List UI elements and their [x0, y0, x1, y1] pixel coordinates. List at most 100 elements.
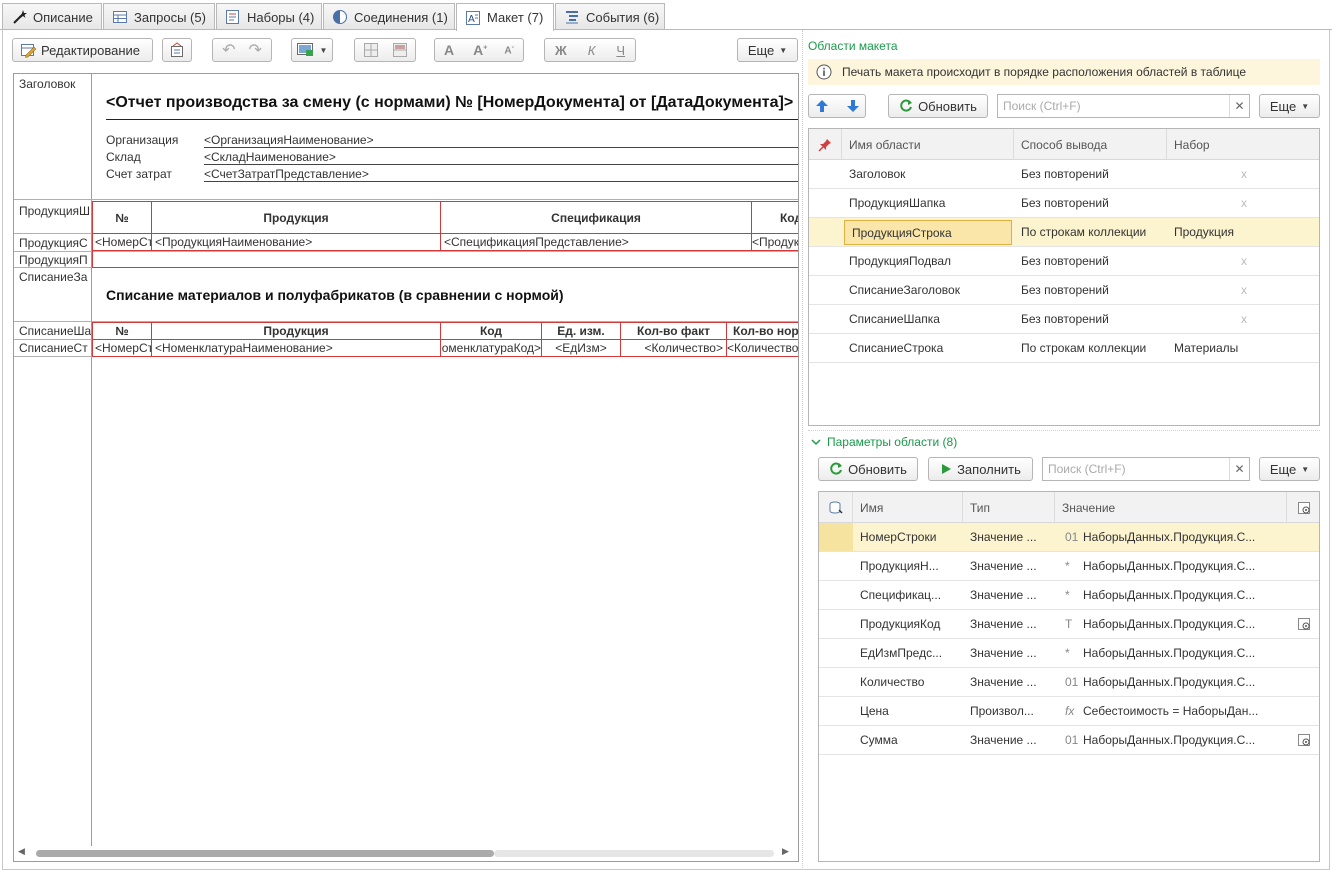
tab-description[interactable]: Описание [2, 3, 102, 30]
wo-row-cell[interactable]: <ЕдИзм> [541, 339, 621, 357]
table-row[interactable]: ПродукцияКод Значение ... T НаборыДанных.… [819, 610, 1319, 639]
wo-header-cell[interactable]: Ед. изм. [541, 322, 621, 340]
wo-header-cell[interactable]: № [92, 322, 152, 340]
spreadsheet-layout[interactable]: Заголовок ПродукцияШ ПродукцияС Продукци… [13, 73, 799, 862]
scroll-right-icon[interactable]: ▶ [782, 846, 789, 857]
areas-refresh-button[interactable]: Обновить [888, 94, 988, 118]
params-section-toggle[interactable]: Параметры области (8) [811, 435, 957, 449]
more-button[interactable]: Еще ▼ [737, 38, 798, 62]
table-row[interactable]: Сумма Значение ... 01 НаборыДанных.Продук… [819, 726, 1319, 755]
redo-icon[interactable]: ↷ [249, 40, 262, 60]
report-title[interactable]: <Отчет производства за смену (с нормами)… [106, 94, 798, 112]
table-row[interactable]: Цена Произвол... fx Себестоимость = Набор… [819, 697, 1319, 726]
area-set-clear-icon[interactable]: x [1167, 305, 1319, 333]
areas-more-button[interactable]: Еще ▼ [1259, 94, 1320, 118]
row-area-name[interactable]: СписаниеШа [19, 324, 91, 338]
params-more-button[interactable]: Еще ▼ [1259, 457, 1320, 481]
scrollbar-thumb[interactable] [36, 850, 494, 857]
row-icon-column-header[interactable] [819, 492, 853, 523]
italic-icon[interactable]: К [588, 43, 596, 58]
params-fill-button[interactable]: Заполнить [928, 457, 1033, 481]
font-decrease-icon[interactable]: A- [504, 44, 514, 56]
prod-row-cell[interactable]: <НомерСтроки> [92, 233, 152, 251]
params-search-input[interactable]: Поиск (Ctrl+F) ✕ [1042, 457, 1250, 481]
section-splitter[interactable] [808, 430, 1320, 431]
tab-queries[interactable]: Запросы (5) [103, 3, 215, 30]
table-row-selected[interactable]: НомерСтроки Значение ... 01 НаборыДанных.… [819, 523, 1319, 552]
prod-header-cell[interactable]: Спецификация [440, 201, 752, 234]
wo-row-cell[interactable]: <НомерСтроки> [92, 339, 152, 357]
table-row[interactable]: Заголовок Без повторений x [809, 160, 1319, 189]
table-row[interactable]: ПродукцияН... Значение ... * НаборыДанных… [819, 552, 1319, 581]
params-refresh-button[interactable]: Обновить [818, 457, 918, 481]
column-header[interactable]: Имя [853, 492, 963, 523]
area-set-clear-icon[interactable]: x [1167, 247, 1319, 275]
prod-header-cell[interactable]: № [92, 201, 152, 234]
prod-row-cell[interactable]: <ПродукцияКод> [751, 233, 798, 251]
prod-footer-cell[interactable] [92, 250, 798, 268]
wo-row-cell[interactable]: <НоменклатураНаименование> [151, 339, 441, 357]
table-row[interactable]: Спецификац... Значение ... * НаборыДанных… [819, 581, 1319, 610]
table-row[interactable]: ПродукцияШапка Без повторений x [809, 189, 1319, 218]
edit-mode-button[interactable]: Редактирование [12, 38, 153, 62]
tab-layout[interactable]: A Макет (7) [456, 3, 554, 31]
column-header[interactable]: Значение [1055, 492, 1287, 523]
field-value[interactable]: <ОрганизацияНаименование> [204, 133, 798, 148]
param-settings-button[interactable] [1287, 726, 1319, 754]
settings-column-header[interactable] [1287, 492, 1319, 523]
wo-row-cell[interactable]: <КоличествоНорма> [726, 339, 798, 357]
arrow-down-icon[interactable] [846, 99, 860, 113]
table-row[interactable]: ПродукцияПодвал Без повторений x [809, 247, 1319, 276]
properties-button[interactable] [162, 38, 192, 62]
wo-header-cell[interactable]: Кол-во норма [726, 322, 798, 340]
font-icon[interactable]: A [444, 42, 454, 58]
panel-splitter[interactable] [802, 30, 803, 870]
font-increase-icon[interactable]: A+ [473, 42, 487, 58]
split-cells-icon[interactable] [392, 42, 408, 58]
area-set-clear-icon[interactable]: x [1167, 276, 1319, 304]
areas-table[interactable]: Имя области Способ вывода Набор Заголово… [808, 128, 1320, 426]
clear-icon[interactable]: ✕ [1229, 458, 1249, 480]
bold-icon[interactable]: Ж [555, 43, 567, 58]
wo-header-cell[interactable]: Продукция [151, 322, 441, 340]
area-set-clear-icon[interactable]: x [1167, 160, 1319, 188]
column-header[interactable]: Набор [1167, 129, 1319, 160]
write-off-title[interactable]: Списание материалов и полуфабрикатов (в … [106, 287, 564, 303]
arrow-up-icon[interactable] [815, 99, 829, 113]
merge-cells-icon[interactable] [363, 42, 379, 58]
insert-picture-button[interactable]: ▼ [291, 38, 333, 62]
clear-icon[interactable]: ✕ [1229, 95, 1249, 117]
column-header[interactable]: Тип [963, 492, 1055, 523]
row-area-name[interactable]: СписаниеСт [19, 341, 91, 355]
wo-header-cell[interactable]: Кол-во факт [620, 322, 727, 340]
row-area-name[interactable]: ПродукцияШ [19, 204, 89, 218]
table-row[interactable]: Количество Значение ... 01 НаборыДанных.П… [819, 668, 1319, 697]
field-value[interactable]: <СкладНаименование> [204, 150, 798, 165]
table-row[interactable]: ЕдИзмПредс... Значение ... * НаборыДанных… [819, 639, 1319, 668]
row-area-name[interactable]: СписаниеЗа [19, 270, 91, 284]
param-settings-button[interactable] [1287, 610, 1319, 638]
prod-header-cell[interactable]: Код [751, 201, 798, 234]
wo-row-cell[interactable]: <Количество> [620, 339, 727, 357]
prod-row-cell[interactable]: <ПродукцияНаименование> [151, 233, 441, 251]
row-area-name[interactable]: ПродукцияП [19, 253, 91, 267]
pin-column-header[interactable] [809, 129, 842, 160]
row-area-name[interactable]: ПродукцияС [19, 236, 91, 250]
tab-events[interactable]: События (6) [555, 3, 665, 30]
scrollbar-track[interactable] [494, 850, 774, 857]
table-row[interactable]: СписаниеШапка Без повторений x [809, 305, 1319, 334]
table-row[interactable]: СписаниеЗаголовок Без повторений x [809, 276, 1319, 305]
wo-row-cell[interactable]: <НоменклатураКод> [440, 339, 542, 357]
wo-header-cell[interactable]: Код [440, 322, 542, 340]
horizontal-scrollbar[interactable]: ◀ ▶ [14, 846, 798, 860]
column-header[interactable]: Способ вывода [1014, 129, 1167, 160]
prod-header-cell[interactable]: Продукция [151, 201, 441, 234]
field-value[interactable]: <СчетЗатратПредставление> [204, 167, 798, 182]
params-table[interactable]: Имя Тип Значение НомерСтроки Значение ..… [818, 491, 1320, 862]
row-area-name[interactable]: Заголовок [19, 77, 89, 91]
area-set-clear-icon[interactable]: x [1167, 189, 1319, 217]
prod-row-cell[interactable]: <СпецификацияПредставление> [440, 233, 752, 251]
areas-search-input[interactable]: Поиск (Ctrl+F) ✕ [997, 94, 1250, 118]
tab-joins[interactable]: Соединения (1) [323, 3, 455, 30]
table-row[interactable]: СписаниеСтрока По строкам коллекции Мате… [809, 334, 1319, 363]
